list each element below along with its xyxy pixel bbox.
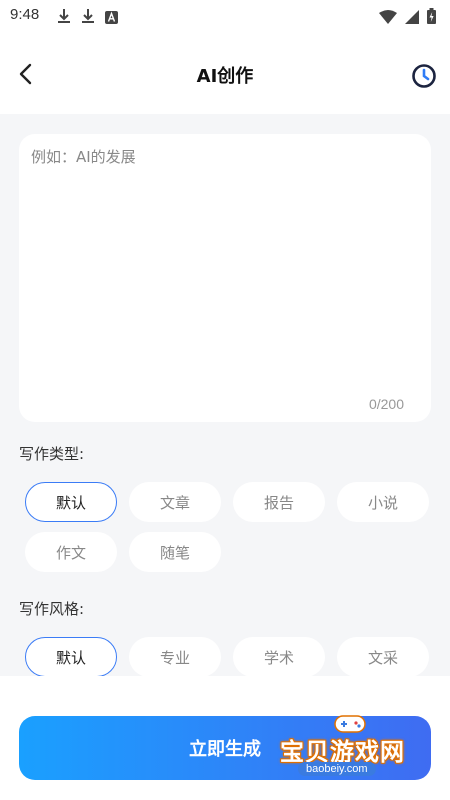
writing-type-option-novel[interactable]: 小说 bbox=[337, 482, 429, 522]
prompt-input[interactable] bbox=[31, 146, 419, 382]
writing-type-option-article[interactable]: 文章 bbox=[129, 482, 221, 522]
battery-charging-icon bbox=[427, 8, 436, 28]
writing-type-row-2: 作文 随笔 bbox=[25, 532, 221, 572]
writing-type-option-report[interactable]: 报告 bbox=[233, 482, 325, 522]
signal-icon bbox=[405, 9, 419, 28]
page-title: AI创作 bbox=[196, 66, 254, 87]
watermark: 宝贝游戏网 baobeiy.com bbox=[280, 712, 430, 782]
a-square-icon bbox=[105, 9, 118, 28]
writing-type-row-1: 默认 文章 报告 小说 bbox=[25, 482, 429, 522]
wifi-icon bbox=[379, 9, 397, 28]
writing-style-option-default[interactable]: 默认 bbox=[25, 637, 117, 677]
char-count: 0/200 bbox=[368, 396, 404, 412]
writing-style-option-academic[interactable]: 学术 bbox=[233, 637, 325, 677]
prompt-input-card: 0/200 bbox=[19, 134, 431, 422]
download-icon bbox=[57, 8, 71, 28]
writing-type-option-essay[interactable]: 作文 bbox=[25, 532, 117, 572]
writing-style-row: 默认 专业 学术 文采 bbox=[25, 637, 429, 677]
writing-style-option-literary[interactable]: 文采 bbox=[337, 637, 429, 677]
download-icon bbox=[81, 8, 95, 28]
writing-type-option-jotting[interactable]: 随笔 bbox=[129, 532, 221, 572]
clock-icon bbox=[412, 64, 436, 88]
watermark-domain: baobeiy.com bbox=[298, 762, 376, 776]
writing-style-option-professional[interactable]: 专业 bbox=[129, 637, 221, 677]
gamepad-icon bbox=[334, 715, 366, 733]
status-time: 9:48 bbox=[10, 6, 40, 23]
history-button[interactable] bbox=[410, 62, 438, 90]
writing-style-label: 写作风格: bbox=[19, 600, 85, 618]
nav-bar: AI创作 bbox=[0, 32, 450, 114]
status-icons-left bbox=[57, 8, 118, 28]
writing-type-option-default[interactable]: 默认 bbox=[25, 482, 117, 522]
status-icons-right bbox=[379, 8, 436, 28]
writing-type-label: 写作类型: bbox=[19, 445, 85, 463]
status-bar: 9:48 bbox=[0, 0, 450, 32]
